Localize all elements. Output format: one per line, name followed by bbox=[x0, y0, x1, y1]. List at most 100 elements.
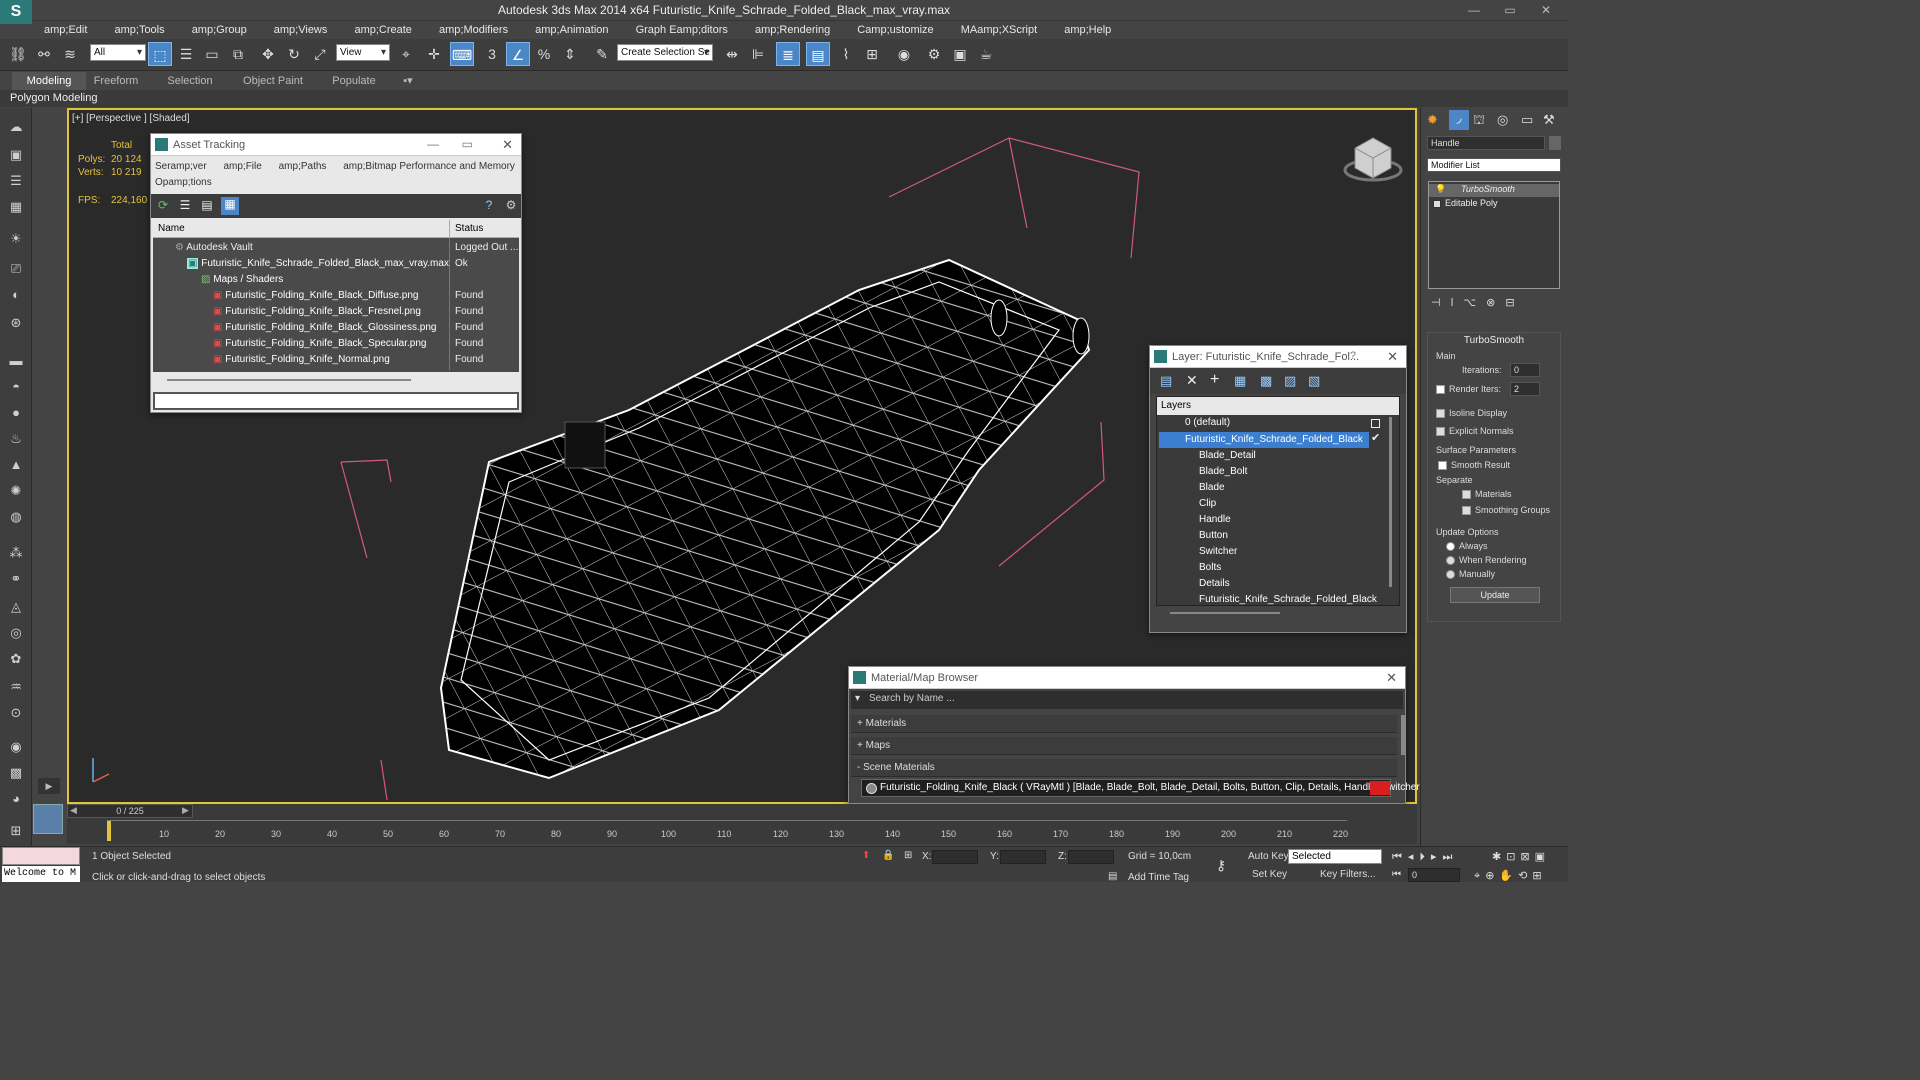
close-button[interactable]: ✕ bbox=[1528, 0, 1564, 20]
explicit-normals-checkbox[interactable]: Explicit Normals bbox=[1436, 426, 1514, 437]
image-icon[interactable]: ▩ bbox=[4, 762, 28, 784]
sun-icon[interactable]: ✺ bbox=[4, 480, 28, 502]
menu-edit[interactable]: amp;Edit bbox=[32, 21, 99, 39]
y-coordinate-field[interactable] bbox=[1000, 850, 1046, 864]
teapot-icon[interactable]: ☁ bbox=[4, 116, 28, 138]
hemisphere-icon[interactable]: ◓ bbox=[4, 376, 28, 398]
display-tab-icon[interactable]: ▭ bbox=[1521, 112, 1533, 128]
align-icon[interactable]: ⊫ bbox=[746, 42, 770, 66]
table-view-icon[interactable]: ▦ bbox=[221, 197, 239, 215]
asset-menu-server[interactable]: Seramp;ver bbox=[155, 161, 207, 172]
layer-item[interactable]: Futuristic_Knife_Schrade_Folded_Black bbox=[1159, 592, 1377, 605]
sphere-blue-icon[interactable]: ◉ bbox=[4, 736, 28, 758]
select-manipulate-icon[interactable]: ✛ bbox=[422, 42, 446, 66]
teapot-shape-icon[interactable]: ♨ bbox=[4, 428, 28, 450]
particles-icon[interactable]: ⁂ bbox=[4, 542, 28, 564]
z-coordinate-field[interactable] bbox=[1068, 850, 1114, 864]
hierarchy-tab-icon[interactable]: ⛫ bbox=[1473, 112, 1485, 130]
manually-radio[interactable]: Manually bbox=[1446, 569, 1495, 580]
key-icon[interactable]: ⚷ bbox=[1216, 857, 1226, 874]
triangle-icon[interactable]: ◬ bbox=[4, 596, 28, 618]
render-iters-spinner[interactable]: 2 bbox=[1510, 382, 1540, 396]
light-icon[interactable]: ☀ bbox=[4, 228, 28, 250]
grid-icon[interactable]: ▦ bbox=[4, 196, 28, 218]
asset-menu-options[interactable]: Opamp;tions bbox=[155, 177, 212, 188]
table-row[interactable]: ▣ Futuristic_Folding_Knife_Black_Diffuse… bbox=[213, 288, 449, 304]
tab-freeform[interactable]: Freeform bbox=[86, 72, 146, 90]
play-arrow-icon[interactable]: ▶ bbox=[38, 778, 60, 794]
menu-animation[interactable]: amp;Animation bbox=[523, 21, 620, 39]
settings-icon[interactable]: ⚙ bbox=[503, 198, 519, 214]
smoothing-groups-checkbox[interactable]: Smoothing Groups bbox=[1462, 505, 1550, 516]
angle-snap-icon[interactable]: ∠ bbox=[506, 42, 530, 66]
time-slider[interactable]: ◀ 0 / 225 ▶ bbox=[67, 804, 193, 818]
layer-item[interactable]: Bolts bbox=[1159, 560, 1221, 576]
isolate-icon[interactable]: ⬆ bbox=[862, 850, 870, 861]
schematic-view-icon[interactable]: ⊞ bbox=[860, 42, 884, 66]
bulb-icon[interactable]: 💡 bbox=[1435, 184, 1446, 195]
add-time-tag[interactable]: Add Time Tag bbox=[1128, 872, 1189, 883]
key-selection-dropdown[interactable]: Selected bbox=[1288, 849, 1382, 864]
scene-material-item[interactable]: Futuristic_Folding_Knife_Black ( VRayMtl… bbox=[861, 779, 1422, 797]
menu-tools[interactable]: amp;Tools bbox=[102, 21, 176, 39]
move-icon[interactable]: ✥ bbox=[256, 42, 280, 66]
iterations-spinner[interactable]: 0 bbox=[1510, 363, 1540, 377]
hair-icon[interactable]: ♒ bbox=[4, 676, 28, 698]
named-selection-dropdown[interactable]: Create Selection Se bbox=[617, 44, 713, 61]
materials-section[interactable]: + Materials bbox=[851, 715, 1397, 733]
globe-icon[interactable]: ◎ bbox=[4, 622, 28, 644]
menu-help[interactable]: amp;Help bbox=[1052, 21, 1123, 39]
modify-tab-icon[interactable]: ◞ bbox=[1449, 110, 1469, 130]
scale-icon[interactable]: ⤢ bbox=[308, 42, 332, 66]
layer-h-scrollbar[interactable] bbox=[1170, 612, 1280, 614]
tab-populate[interactable]: Populate bbox=[324, 72, 384, 90]
helper-icon[interactable]: ◐ bbox=[4, 284, 28, 306]
stack-item-editable-poly[interactable]: Editable Poly bbox=[1429, 198, 1559, 211]
viewport-nav-controls[interactable]: ✱⊡⊠▣ bbox=[1492, 850, 1550, 863]
lock-selection-icon[interactable]: 🔒 bbox=[882, 850, 894, 861]
freeze-all-icon[interactable]: ▧ bbox=[1308, 373, 1320, 389]
layer-item[interactable]: Switcher bbox=[1159, 544, 1237, 560]
layer-active-box[interactable] bbox=[1371, 419, 1380, 428]
menu-customize[interactable]: Camp;ustomize bbox=[845, 21, 945, 39]
menu-rendering[interactable]: amp;Rendering bbox=[743, 21, 842, 39]
table-row[interactable]: ▣ Futuristic_Knife_Schrade_Folded_Black_… bbox=[187, 256, 449, 272]
plant-icon[interactable]: ✿ bbox=[4, 648, 28, 670]
select-by-name-icon[interactable]: ☰ bbox=[174, 42, 198, 66]
utilities-tab-icon[interactable]: ⚒ bbox=[1543, 112, 1555, 128]
refresh-icon[interactable]: ⟳ bbox=[155, 198, 171, 214]
menu-group[interactable]: amp;Group bbox=[180, 21, 259, 39]
connect-icon[interactable]: ⚭ bbox=[4, 568, 28, 590]
layer-item-selected[interactable]: Futuristic_Knife_Schrade_Folded_Black bbox=[1159, 432, 1369, 448]
render-setup-icon[interactable]: ⚙ bbox=[922, 42, 946, 66]
link-icon[interactable]: ⛓ bbox=[6, 42, 30, 66]
table-row[interactable]: ▣ Futuristic_Folding_Knife_Normal.png bbox=[213, 352, 449, 368]
track-bar[interactable]: 10 20 30 40 50 60 70 80 90 100 110 120 1… bbox=[107, 820, 1348, 842]
minimize-button[interactable]: — bbox=[1456, 0, 1492, 20]
time-tag-icon[interactable]: ▤ bbox=[1108, 871, 1117, 882]
auto-key-button[interactable]: Auto Key bbox=[1248, 851, 1289, 862]
viewport-label[interactable]: [+] [Perspective ] [Shaded] bbox=[72, 113, 190, 124]
search-options-icon[interactable]: ▾ bbox=[855, 693, 860, 704]
playback-controls[interactable]: ⏮◂⏵▸⏭ bbox=[1392, 850, 1458, 864]
keyboard-shortcut-icon[interactable]: ⌨ bbox=[450, 42, 474, 66]
layer-item[interactable]: Details bbox=[1159, 576, 1230, 592]
select-in-layer-icon[interactable]: ▦ bbox=[1234, 373, 1246, 389]
asset-minimize-icon[interactable]: — bbox=[427, 137, 439, 151]
material-browser-close-icon[interactable]: ✕ bbox=[1386, 670, 1397, 686]
asset-menu-bitmap[interactable]: amp;Bitmap Performance and Memory bbox=[343, 161, 515, 172]
layer-help-icon[interactable]: ? bbox=[1350, 350, 1356, 362]
asset-maximize-icon[interactable]: ▭ bbox=[462, 137, 473, 151]
layer-item[interactable]: 0 (default) bbox=[1159, 415, 1389, 431]
material-editor-icon[interactable]: ◉ bbox=[892, 42, 916, 66]
camera-icon[interactable]: ⎚ bbox=[4, 258, 28, 280]
curve-editor-icon[interactable]: ⌇ bbox=[834, 42, 858, 66]
smooth-result-checkbox[interactable]: Smooth Result bbox=[1438, 460, 1510, 471]
viewport-nav-controls-2[interactable]: ⌖⊕✋⟲⊞ bbox=[1474, 869, 1547, 883]
layer-item[interactable]: Button bbox=[1159, 528, 1228, 544]
modifier-list-dropdown[interactable]: Modifier List bbox=[1427, 158, 1561, 172]
maximize-button[interactable]: ▭ bbox=[1492, 0, 1528, 20]
table-row[interactable]: ▨ Maps / Shaders bbox=[201, 272, 283, 288]
unlink-icon[interactable]: ⚯ bbox=[32, 42, 56, 66]
sphere-icon[interactable]: ● bbox=[4, 402, 28, 424]
